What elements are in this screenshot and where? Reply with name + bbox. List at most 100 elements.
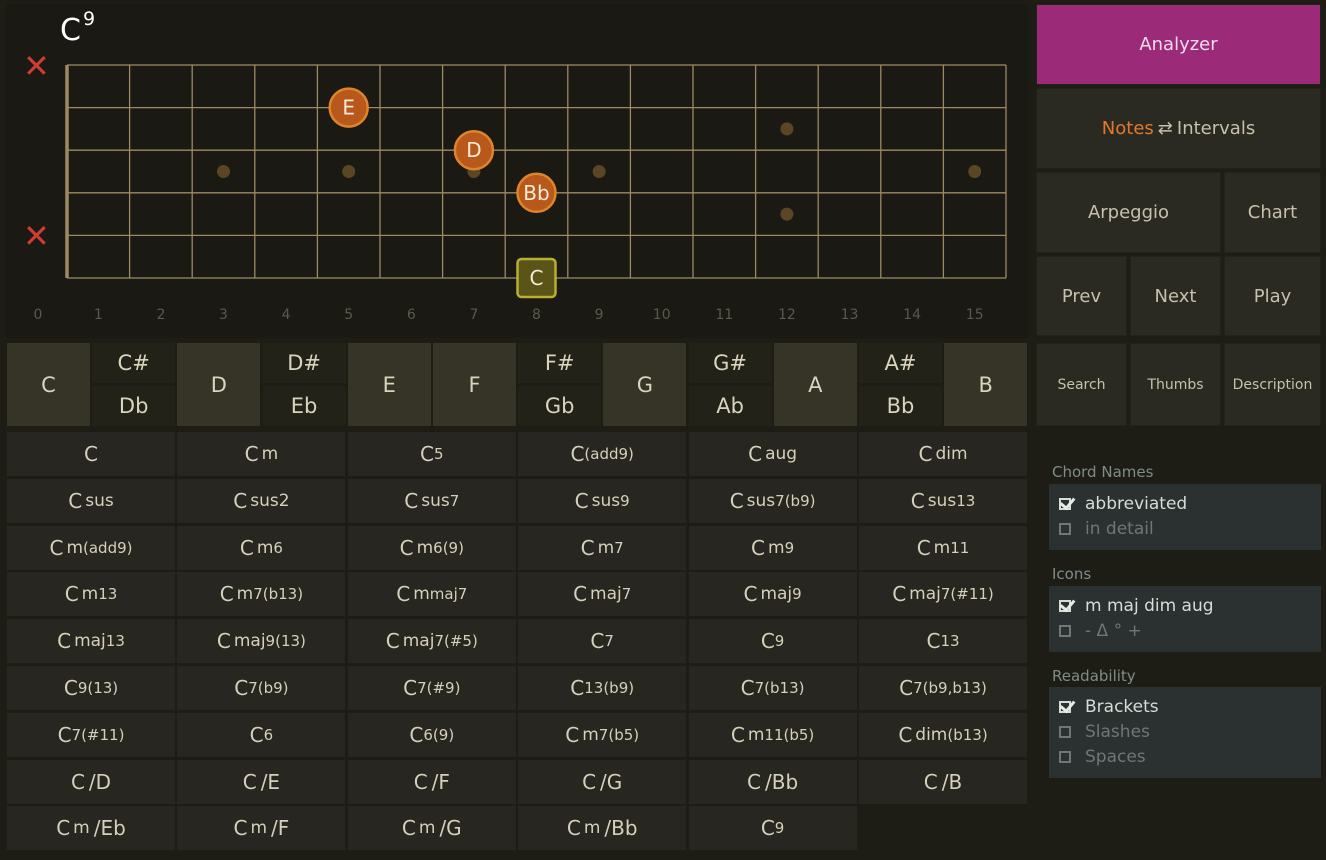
fret-number: 4 [282, 307, 291, 323]
chord-button[interactable]: C7 [518, 619, 687, 664]
key-g-sharp[interactable]: G# [688, 343, 772, 383]
chord-button[interactable]: C6 [177, 712, 346, 757]
chord-button[interactable]: C 13 [859, 619, 1027, 664]
analyzer-button[interactable]: Analyzer [1036, 4, 1321, 85]
chord-button[interactable]: Csus 7 (b9) [688, 478, 857, 523]
search-button[interactable]: Search [1036, 343, 1127, 426]
readability-option[interactable]: Spaces [1059, 747, 1146, 767]
checkbox[interactable] [1059, 701, 1071, 713]
chord-names-option[interactable]: in detail [1059, 519, 1154, 539]
chord-button[interactable]: C 7(#9) [347, 666, 516, 710]
key-a-sharp[interactable]: A# [859, 343, 942, 383]
chord-button[interactable]: Cmaj 9(13) [177, 619, 346, 664]
checkbox[interactable] [1059, 498, 1071, 510]
note-label: E [342, 96, 355, 120]
chord-button[interactable]: Cm7 [518, 525, 687, 570]
key-f[interactable]: F [433, 343, 516, 426]
chord-button[interactable]: C 7(b9,b13) [859, 666, 1027, 710]
chord-button[interactable]: Caug [688, 432, 857, 476]
chord-button[interactable]: Csus2 [177, 478, 346, 523]
chord-button[interactable]: Cm [177, 432, 346, 476]
key-g[interactable]: G [603, 343, 687, 426]
chord-button[interactable]: C [7, 432, 175, 476]
chord-button[interactable]: C/E [177, 759, 346, 804]
key-gb[interactable]: Gb [518, 386, 602, 426]
key-d[interactable]: D [177, 343, 261, 426]
chord-button[interactable]: Cm9 [688, 525, 857, 570]
chord-button[interactable]: Cm 6(9) [347, 525, 516, 570]
chord-names-option[interactable]: abbreviated [1059, 494, 1187, 514]
fret-marker-dot [780, 207, 794, 221]
chord-button[interactable]: Cm 13 [7, 572, 175, 617]
chord-button[interactable]: Cm maj7 [347, 572, 516, 617]
chord-button[interactable]: Csus 13 [859, 478, 1027, 523]
chord-button[interactable]: Csus 7 [347, 478, 516, 523]
chord-button[interactable]: Cm/Bb [518, 806, 687, 851]
chord-button[interactable]: C 7(#11) [7, 712, 175, 757]
key-db[interactable]: Db [92, 386, 176, 426]
chord-button[interactable]: Csus [7, 478, 175, 523]
readability-option[interactable]: Brackets [1059, 697, 1159, 717]
chord-button[interactable]: Cm 7(b13) [177, 572, 346, 617]
chord-button[interactable]: Cmaj 7(#11) [859, 572, 1027, 617]
chord-button[interactable]: C9 [688, 806, 857, 851]
chord-button[interactable]: C 7(b9) [177, 666, 346, 710]
prev-button[interactable]: Prev [1036, 256, 1127, 336]
fretboard[interactable]: 0 1 2 3 4 5 6 7 8 9 10 11 12 13 14 15EDBbC [0, 0, 1030, 340]
icons-option[interactable]: m maj dim aug [1059, 596, 1214, 616]
chord-button[interactable]: Cm/F [177, 806, 346, 851]
chord-button[interactable]: Cm (add9) [7, 525, 175, 570]
chord-button[interactable]: C/D [7, 759, 175, 804]
chord-button[interactable]: Cm/Eb [7, 806, 175, 851]
chord-button[interactable]: Cm/G [347, 806, 516, 851]
chord-button[interactable]: C9 [688, 619, 857, 664]
key-f-sharp[interactable]: F# [518, 343, 602, 383]
checkbox[interactable] [1059, 751, 1071, 763]
chord-button[interactable]: C/Bb [688, 759, 857, 804]
play-button[interactable]: Play [1224, 256, 1321, 336]
chart-button[interactable]: Chart [1224, 172, 1321, 253]
chord-button[interactable]: Cmaj 7 [518, 572, 687, 617]
key-e[interactable]: E [347, 343, 431, 426]
checkbox[interactable] [1059, 625, 1071, 637]
key-ab[interactable]: Ab [688, 386, 772, 426]
description-button[interactable]: Description [1224, 343, 1321, 426]
chord-button[interactable]: C 6(9) [347, 712, 516, 757]
chord-button[interactable]: Csus 9 [518, 478, 687, 523]
icons-option[interactable]: - Δ ° + [1059, 621, 1142, 641]
chord-button[interactable]: C/B [859, 759, 1027, 804]
chord-button[interactable]: C/G [518, 759, 687, 804]
chord-button[interactable]: C 9(13) [7, 666, 175, 710]
chord-button[interactable]: Cmaj 7(#5) [347, 619, 516, 664]
chord-button[interactable]: Cm 7(b5) [518, 712, 687, 757]
chord-button[interactable]: C 13(b9) [518, 666, 687, 710]
chord-button[interactable]: Cmaj 13 [7, 619, 175, 664]
key-c-sharp[interactable]: C# [92, 343, 176, 383]
checkbox[interactable] [1059, 726, 1071, 738]
next-button[interactable]: Next [1130, 256, 1221, 336]
chord-button[interactable]: C (add9) [518, 432, 687, 476]
key-c[interactable]: C [7, 343, 90, 426]
checkbox[interactable] [1059, 523, 1071, 535]
chord-button[interactable]: C 7(b13) [688, 666, 857, 710]
chord-button[interactable]: C5 [347, 432, 516, 476]
chord-button[interactable]: Cm 11(b5) [688, 712, 857, 757]
readability-option[interactable]: Slashes [1059, 722, 1150, 742]
fret-number: 10 [653, 307, 671, 323]
arpeggio-button[interactable]: Arpeggio [1036, 172, 1221, 253]
key-d-sharp[interactable]: D# [262, 343, 346, 383]
chord-button[interactable]: Cm 11 [859, 525, 1027, 570]
key-eb[interactable]: Eb [262, 386, 346, 426]
chord-button[interactable]: Cdim (b13) [859, 712, 1027, 757]
chord-button[interactable]: Cdim [859, 432, 1027, 476]
chord-button[interactable]: Cm6 [177, 525, 346, 570]
key-b[interactable]: B [944, 343, 1028, 426]
readability-option-label: Spaces [1085, 747, 1146, 767]
chord-button[interactable]: Cmaj 9 [688, 572, 857, 617]
key-a[interactable]: A [773, 343, 857, 426]
notes-intervals-toggle[interactable]: Notes ⇄ Intervals [1036, 88, 1321, 169]
thumbs-button[interactable]: Thumbs [1130, 343, 1221, 426]
chord-button[interactable]: C/F [347, 759, 516, 804]
key-bb[interactable]: Bb [859, 386, 942, 426]
checkbox[interactable] [1059, 600, 1071, 612]
